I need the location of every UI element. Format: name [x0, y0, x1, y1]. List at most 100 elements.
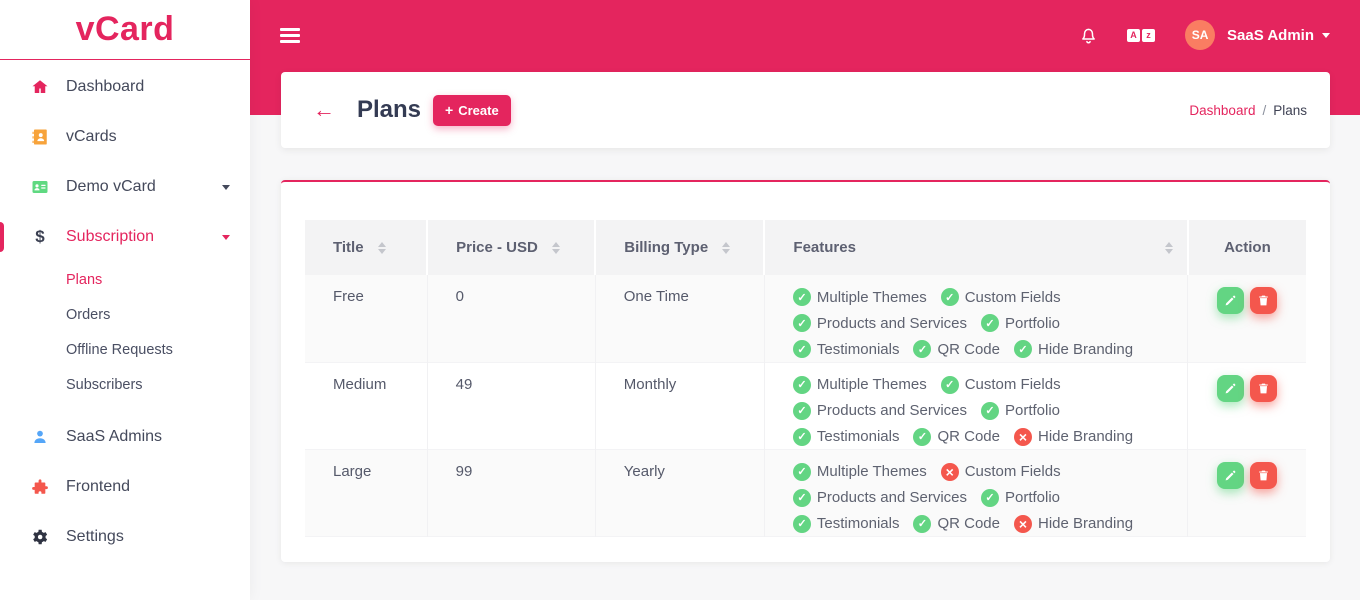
id-card-icon: [30, 178, 50, 196]
language-icon-right-letter: z: [1142, 28, 1156, 42]
feature-item: ✓ Multiple Themes: [792, 375, 927, 394]
feature-item: × Hide Branding: [1013, 514, 1134, 533]
feature-item: ✓ Products and Services: [792, 488, 967, 507]
navbar-right: A z SA SaaS Admin: [1078, 20, 1330, 50]
edit-button[interactable]: [1217, 461, 1245, 489]
menu-icon[interactable]: [280, 27, 300, 43]
user-icon: [30, 428, 50, 446]
check-icon: ✓: [792, 514, 811, 533]
cell-action: [1187, 449, 1306, 536]
cell-features: ✓ Multiple Themes ✓ Custom Fields ✓ Products …: [763, 275, 1188, 362]
cell-title: Large: [333, 462, 372, 480]
check-icon: ✓: [913, 514, 932, 533]
feature-item: ✓ Portfolio: [981, 314, 1060, 332]
feature-item: ✓ Multiple Themes: [792, 462, 927, 481]
column-header-billing-type[interactable]: Billing Type: [594, 220, 765, 275]
feature-item: ✓ QR Code: [913, 340, 1000, 358]
page-title: Plans: [357, 96, 422, 123]
sidebar-subitem-subscribers[interactable]: Subscribers: [0, 367, 250, 402]
gear-icon: [30, 528, 50, 546]
cell-price: 49: [426, 362, 596, 449]
cell-billing-type: One Time: [594, 275, 765, 362]
plans-table-card: Title Price - USD Billing Type Features Acti…: [281, 180, 1330, 562]
create-button-label: Create: [458, 102, 499, 118]
cell-price: 99: [426, 449, 596, 536]
sidebar-item-saas-admins[interactable]: SaaS Admins: [0, 412, 250, 462]
avatar[interactable]: SA: [1185, 20, 1216, 50]
feature-item: ✓ Products and Services: [792, 401, 967, 420]
feature-item: ✓ Products and Services: [792, 314, 967, 332]
column-header-label: Title: [333, 239, 364, 256]
check-icon: ✓: [913, 427, 932, 446]
column-header-title[interactable]: Title: [305, 220, 428, 275]
language-icon-left-letter: A: [1127, 28, 1141, 42]
sort-icon[interactable]: [1164, 241, 1173, 254]
feature-label: Hide Branding: [1037, 340, 1134, 358]
delete-button[interactable]: [1250, 461, 1278, 489]
delete-button[interactable]: [1250, 287, 1278, 314]
cross-icon: ×: [940, 462, 959, 481]
sidebar-subitem-plans[interactable]: Plans: [0, 262, 250, 297]
puzzle-icon: [30, 478, 50, 496]
feature-item: ✓ QR Code: [913, 427, 1000, 446]
sort-icon[interactable]: [377, 241, 386, 254]
active-indicator: [0, 222, 4, 252]
sidebar-item-dashboard[interactable]: Dashboard: [0, 62, 250, 112]
page-header-card: ← Plans + Create Dashboard / Plans: [281, 72, 1330, 148]
edit-button[interactable]: [1217, 374, 1245, 402]
cell-title: Free: [333, 288, 364, 305]
feature-label: Hide Branding: [1037, 515, 1134, 532]
edit-button[interactable]: [1217, 287, 1245, 314]
chevron-down-icon[interactable]: [1322, 32, 1330, 38]
feature-label: Portfolio: [1005, 314, 1061, 332]
sidebar-item-vcards[interactable]: vCards: [0, 112, 250, 162]
check-icon: ✓: [792, 488, 811, 507]
delete-button[interactable]: [1250, 374, 1278, 402]
pencil-icon: [1225, 383, 1236, 393]
sidebar-nav: Dashboard vCards Demo vCard $ Subscription Pl…: [0, 60, 250, 562]
sidebar-item-demo-vcard[interactable]: Demo vCard: [0, 162, 250, 212]
sidebar-item-label: Dashboard: [66, 78, 145, 95]
app-logo[interactable]: vCard: [0, 0, 250, 60]
sidebar-item-frontend[interactable]: Frontend: [0, 462, 250, 512]
feature-label: Hide Branding: [1037, 428, 1134, 445]
sort-icon[interactable]: [722, 241, 731, 254]
check-icon: ✓: [792, 340, 811, 358]
sidebar-item-label: Subscription: [66, 228, 155, 245]
feature-label: Multiple Themes: [816, 288, 927, 306]
create-button[interactable]: + Create: [433, 94, 511, 126]
language-icon[interactable]: A z: [1127, 28, 1156, 42]
sidebar-item-label: Settings: [66, 528, 124, 545]
breadcrumb-current: Plans: [1273, 102, 1307, 118]
sidebar-item-subscription[interactable]: $ Subscription: [0, 212, 250, 262]
back-arrow-icon[interactable]: ←: [313, 99, 335, 121]
table-row-medium: Medium 49 Monthly ✓ Multiple Themes ✓ Custom F…: [305, 362, 1306, 449]
user-name[interactable]: SaaS Admin: [1227, 27, 1314, 44]
bell-icon[interactable]: [1078, 25, 1099, 46]
home-icon: [30, 78, 50, 96]
sidebar-item-settings[interactable]: Settings: [0, 512, 250, 562]
feature-label: Custom Fields: [964, 288, 1061, 306]
sidebar-subitem-offline-requests[interactable]: Offline Requests: [0, 332, 250, 367]
feature-item: × Hide Branding: [1013, 427, 1134, 446]
breadcrumb-dashboard-link[interactable]: Dashboard: [1189, 103, 1255, 118]
sort-icon[interactable]: [551, 241, 560, 254]
feature-label: Products and Services: [816, 402, 967, 419]
feature-item: ✓ Testimonials: [792, 340, 899, 358]
cell-features: ✓ Multiple Themes × Custom Fields ✓ Products …: [763, 449, 1188, 536]
cell-action: [1187, 275, 1306, 362]
check-icon: ✓: [792, 375, 811, 394]
check-icon: ✓: [940, 288, 959, 306]
sidebar-subitem-orders[interactable]: Orders: [0, 297, 250, 332]
column-header-features[interactable]: Features: [763, 220, 1188, 275]
feature-label: Portfolio: [1005, 489, 1061, 506]
feature-item: ✓ Testimonials: [792, 514, 899, 533]
table-row-large: Large 99 Yearly ✓ Multiple Themes × Custom Fie…: [305, 449, 1306, 536]
check-icon: ✓: [981, 401, 999, 420]
trash-icon: [1259, 470, 1269, 480]
table-header-row: Title Price - USD Billing Type Features Acti…: [305, 220, 1306, 275]
column-header-price-usd[interactable]: Price - USD: [426, 220, 596, 275]
top-navbar: A z SA SaaS Admin: [250, 0, 1360, 70]
breadcrumb: Dashboard / Plans: [1189, 103, 1307, 118]
features-list: ✓ Multiple Themes ✓ Custom Fields ✓ Products …: [792, 288, 1163, 358]
